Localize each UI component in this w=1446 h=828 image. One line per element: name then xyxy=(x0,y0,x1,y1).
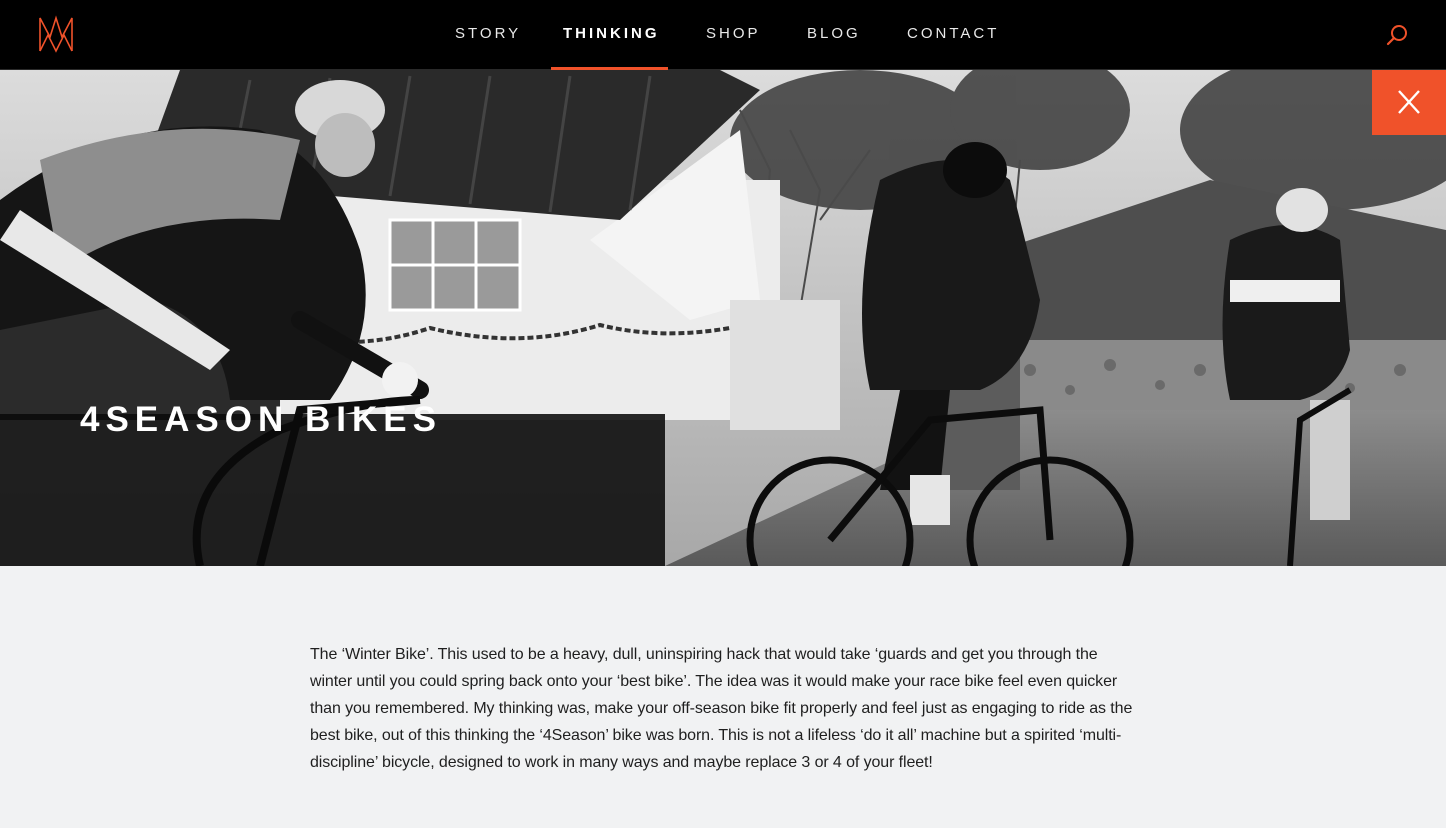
site-header: STORY THINKING SHOP BLOG CONTACT xyxy=(0,0,1446,70)
article-body: The ‘Winter Bike’. This used to be a hea… xyxy=(310,646,1133,771)
close-button[interactable] xyxy=(1372,70,1446,135)
nav-thinking[interactable]: THINKING xyxy=(563,0,660,70)
nav-story[interactable]: STORY xyxy=(455,0,521,70)
nav-shop[interactable]: SHOP xyxy=(706,0,761,70)
main-navigation: STORY THINKING SHOP BLOG CONTACT xyxy=(0,0,1446,70)
hero-title: 4SEASON BIKES xyxy=(80,400,442,439)
hero-banner xyxy=(0,70,1446,566)
search-icon[interactable] xyxy=(1385,22,1411,48)
close-icon xyxy=(1398,90,1420,114)
nav-contact[interactable]: CONTACT xyxy=(907,0,999,70)
nav-blog[interactable]: BLOG xyxy=(807,0,861,70)
